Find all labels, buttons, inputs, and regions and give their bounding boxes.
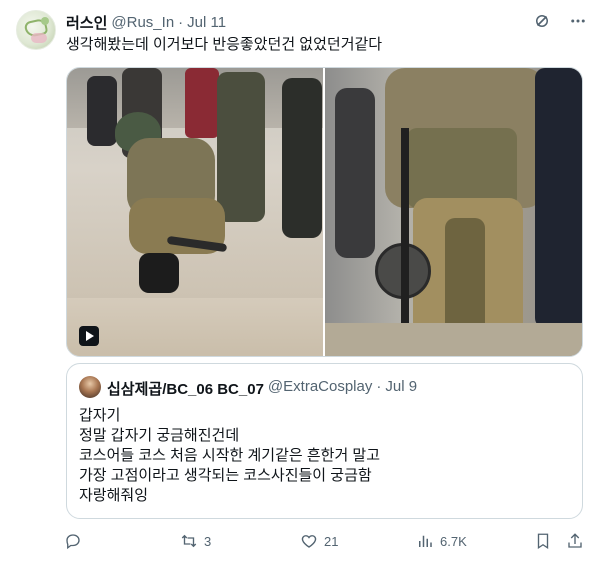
tweet-actions: 3 21 6.7K bbox=[64, 532, 586, 552]
tweet-header: 러스인 @Rus_In · Jul 11 bbox=[66, 12, 226, 32]
retweet-button[interactable]: 3 bbox=[180, 532, 211, 550]
quoted-line: 갑자기 bbox=[79, 407, 121, 424]
grok-icon[interactable] bbox=[533, 12, 551, 35]
like-count: 21 bbox=[324, 533, 339, 549]
views-icon bbox=[419, 535, 432, 547]
quoted-date: Jul 9 bbox=[385, 378, 418, 395]
heart-icon bbox=[301, 535, 317, 548]
cosplay-photo-standing[interactable] bbox=[325, 68, 582, 356]
quoted-line: 정말 갑자기 궁금해진건데 bbox=[79, 427, 240, 444]
views-button[interactable]: 6.7K bbox=[416, 532, 467, 550]
play-icon bbox=[79, 326, 99, 346]
author-avatar[interactable] bbox=[16, 10, 56, 50]
quoted-line: 코스어들 코스 처음 시작한 계기같은 흔한거 말고 bbox=[79, 447, 381, 464]
tweet-card[interactable]: 러스인 @Rus_In · Jul 11 생각해봤는데 이거보다 반응좋았던건 … bbox=[0, 0, 599, 565]
cosplay-photo-crouching[interactable] bbox=[67, 68, 323, 356]
quoted-display-name: 십삼제곱/BC_06 BC_07 bbox=[107, 381, 264, 398]
author-display-name[interactable]: 러스인 bbox=[66, 12, 107, 33]
tweet-date[interactable]: Jul 11 bbox=[187, 14, 226, 31]
reply-button[interactable] bbox=[64, 532, 88, 550]
retweet-icon bbox=[181, 534, 197, 548]
tweet-media[interactable] bbox=[66, 67, 583, 357]
header-separator: · bbox=[178, 13, 184, 31]
reply-icon bbox=[66, 534, 80, 550]
share-button[interactable] bbox=[566, 532, 584, 550]
quoted-handle: @ExtraCosplay bbox=[267, 378, 373, 395]
quoted-line: 자랑해줘잉 bbox=[79, 487, 149, 504]
quoted-text: 갑자기 정말 갑자기 궁금해진건데 코스어들 코스 처음 시작한 계기같은 흔한… bbox=[79, 406, 380, 506]
more-icon[interactable] bbox=[569, 12, 587, 35]
quoted-tweet[interactable]: 십삼제곱/BC_06 BC_07 @ExtraCosplay · Jul 9 갑… bbox=[66, 363, 583, 519]
quoted-header: 십삼제곱/BC_06 BC_07 @ExtraCosplay · Jul 9 bbox=[107, 378, 417, 399]
share-icon bbox=[568, 533, 582, 548]
bookmark-button[interactable] bbox=[534, 532, 552, 550]
author-handle[interactable]: @Rus_In bbox=[111, 14, 174, 31]
retweet-count: 3 bbox=[204, 533, 212, 549]
tweet-text: 생각해봤는데 이거보다 반응좋았던건 없었던거같다 bbox=[66, 36, 383, 53]
views-count: 6.7K bbox=[440, 533, 467, 549]
quoted-author-avatar[interactable] bbox=[79, 376, 101, 398]
quoted-line: 가장 고점이라고 생각되는 코스사진들이 궁금함 bbox=[79, 467, 372, 484]
like-button[interactable]: 21 bbox=[300, 532, 338, 550]
quoted-separator: · bbox=[376, 378, 382, 395]
bookmark-icon bbox=[537, 533, 549, 550]
tweet-top-actions bbox=[533, 12, 587, 35]
